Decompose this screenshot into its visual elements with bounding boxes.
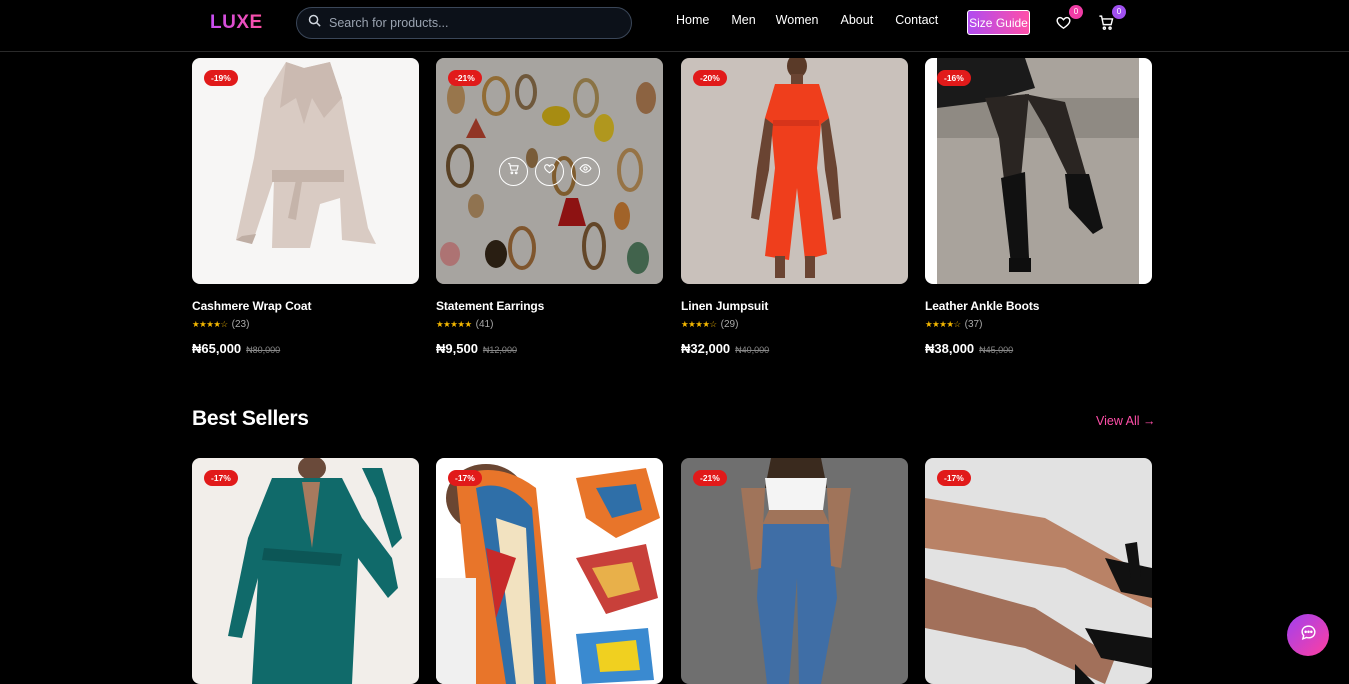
star-rating-icon: ★★★★★: [436, 319, 472, 329]
section-title: Best Sellers: [192, 407, 309, 430]
product-image[interactable]: -20%: [681, 58, 908, 284]
original-price: ₦12,000: [482, 345, 517, 355]
discount-badge: -20%: [693, 70, 727, 86]
product-name[interactable]: Cashmere Wrap Coat: [192, 299, 419, 313]
chat-button[interactable]: [1287, 614, 1329, 656]
product-image[interactable]: -21%: [681, 458, 908, 684]
main-nav: Home Men Women About Contact: [676, 13, 960, 27]
silk-scarf-image: [436, 464, 660, 684]
star-rating-icon: ★★★★☆: [192, 319, 228, 329]
product-card[interactable]: -21%: [681, 458, 908, 684]
product-card[interactable]: -21% Statement Earrings ★★★★★ (41) ₦9,500…: [436, 58, 663, 356]
coat-image: [236, 62, 376, 248]
search-box[interactable]: [296, 7, 632, 39]
cart-count-badge: 0: [1112, 5, 1126, 19]
product-name[interactable]: Statement Earrings: [436, 299, 663, 313]
product-image[interactable]: -17%: [925, 458, 1152, 684]
product-image[interactable]: -21%: [436, 58, 663, 284]
eye-icon: [579, 162, 592, 180]
discount-badge: -17%: [204, 470, 238, 486]
search-input[interactable]: [329, 16, 609, 30]
product-image[interactable]: -19%: [192, 58, 419, 284]
chat-bubble-icon: [1300, 624, 1317, 646]
original-price: ₦45,000: [979, 345, 1014, 355]
heart-icon: [543, 162, 556, 180]
product-price: ₦65,000: [192, 341, 242, 356]
product-prices: ₦38,000 ₦45,000: [925, 341, 1152, 356]
discount-badge: -19%: [204, 70, 238, 86]
product-image[interactable]: -17%: [436, 458, 663, 684]
review-count: (29): [720, 319, 739, 330]
product-card[interactable]: -20% Linen Jumpsuit ★★★★☆ (29) ₦32,000 ₦40…: [681, 58, 908, 356]
quick-view-button[interactable]: [571, 156, 600, 186]
cart-icon: [507, 162, 520, 180]
star-rating-icon: ★★★★☆: [925, 319, 961, 329]
product-rating: ★★★★☆ (37): [925, 319, 1152, 330]
cart-button[interactable]: 0: [1098, 5, 1126, 35]
product-image[interactable]: -16%: [925, 58, 1152, 284]
cart-icon: [1098, 15, 1115, 35]
nav-contact[interactable]: Contact: [895, 13, 938, 27]
nav-men[interactable]: Men: [731, 13, 755, 27]
boots-image: [937, 58, 1139, 284]
size-guide-button[interactable]: Size Guide: [967, 10, 1030, 35]
product-rating: ★★★★☆ (23): [192, 319, 419, 330]
product-price: ₦32,000: [681, 341, 731, 356]
product-name[interactable]: Leather Ankle Boots: [925, 299, 1152, 313]
add-to-wishlist-button[interactable]: [535, 156, 564, 186]
product-prices: ₦65,000 ₦80,000: [192, 341, 419, 356]
product-rating: ★★★★★ (41): [436, 319, 663, 330]
product-prices: ₦9,500 ₦12,000: [436, 341, 663, 356]
product-price: ₦9,500: [436, 341, 478, 356]
discount-badge: -16%: [937, 70, 971, 86]
view-all-link[interactable]: View All →: [1096, 414, 1156, 428]
review-count: (23): [231, 319, 250, 330]
heart-icon: [1055, 16, 1072, 35]
product-image[interactable]: -17%: [192, 458, 419, 684]
discount-badge: -17%: [448, 470, 482, 486]
product-card[interactable]: -17%: [436, 458, 663, 684]
product-price: ₦38,000: [925, 341, 975, 356]
jumpsuit-image: [751, 58, 841, 278]
product-rating: ★★★★☆ (29): [681, 319, 908, 330]
wishlist-count-badge: 0: [1069, 5, 1083, 19]
logo[interactable]: LUXE: [210, 12, 263, 34]
teal-dress-image: [228, 458, 402, 684]
wishlist-button[interactable]: 0: [1055, 5, 1083, 35]
product-card[interactable]: -19% Cashmere Wrap Coat ★★★★☆ (23) ₦65,00…: [192, 58, 419, 356]
nav-about[interactable]: About: [841, 13, 874, 27]
heels-image: [925, 498, 1152, 684]
discount-badge: -21%: [448, 70, 482, 86]
original-price: ₦40,000: [735, 345, 770, 355]
top-header: LUXE Home Men Women About Contact Size G…: [0, 0, 1349, 52]
original-price: ₦80,000: [246, 345, 281, 355]
review-count: (37): [964, 319, 983, 330]
product-card[interactable]: -17%: [925, 458, 1152, 684]
product-prices: ₦32,000 ₦40,000: [681, 341, 908, 356]
nav-women[interactable]: Women: [776, 13, 819, 27]
product-name[interactable]: Linen Jumpsuit: [681, 299, 908, 313]
product-card[interactable]: -17%: [192, 458, 419, 684]
nav-home[interactable]: Home: [676, 13, 709, 27]
add-to-cart-button[interactable]: [499, 156, 528, 186]
product-card[interactable]: -16% Leather Ankle Boots ★★★★☆ (37) ₦38,0…: [925, 58, 1152, 356]
review-count: (41): [475, 319, 494, 330]
discount-badge: -17%: [937, 470, 971, 486]
product-hover-overlay: [436, 58, 663, 284]
star-rating-icon: ★★★★☆: [681, 319, 717, 329]
search-icon: [307, 13, 322, 33]
jeans-image: [741, 458, 851, 684]
discount-badge: -21%: [693, 470, 727, 486]
